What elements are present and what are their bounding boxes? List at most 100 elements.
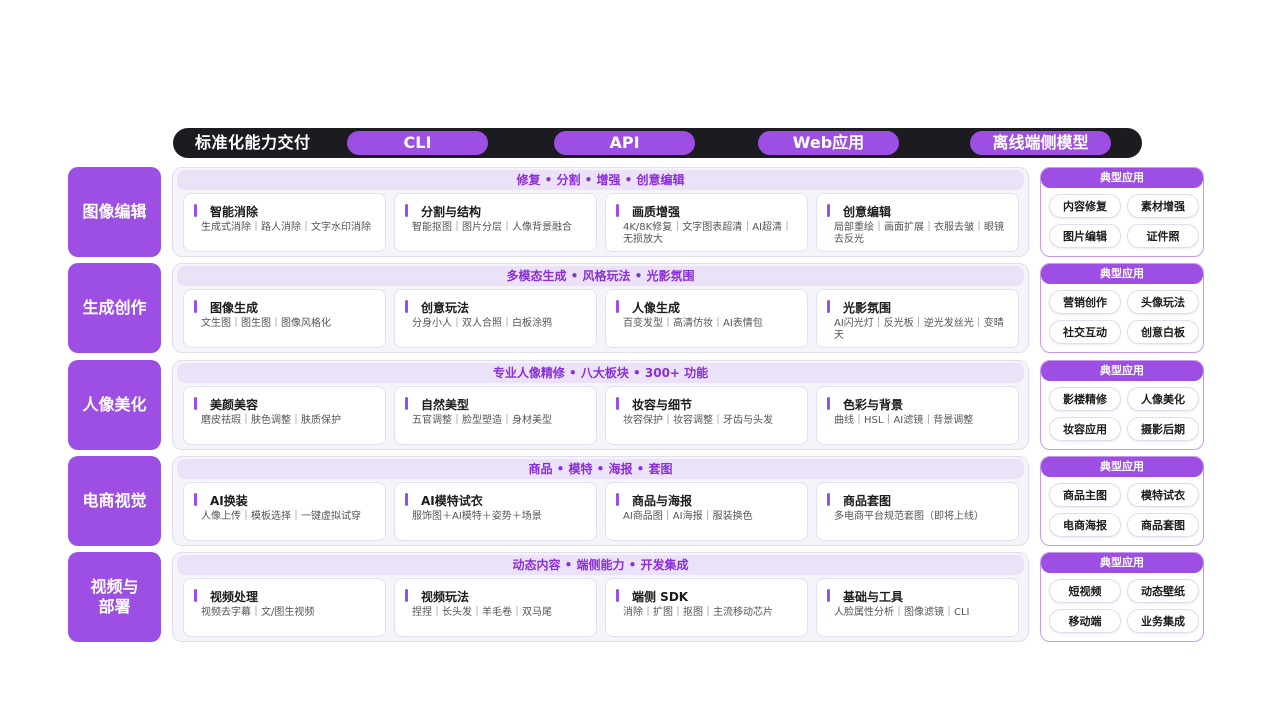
- feature-card[interactable]: 视频玩法 捏捏｜长头发｜羊毛卷｜双马尾: [394, 578, 597, 637]
- accent-bar: [616, 397, 619, 410]
- panel-headline: 动态内容 • 端侧能力 • 开发集成: [177, 555, 1024, 575]
- app-chip[interactable]: 动态壁纸: [1127, 579, 1199, 603]
- feature-card[interactable]: 创意玩法 分身小人｜双人合照｜白板涂鸦: [394, 289, 597, 348]
- category-block[interactable]: 生成创作: [68, 263, 161, 353]
- accent-bar: [616, 493, 619, 506]
- feature-description: 曲线｜HSL｜AI滤镜｜背景调整: [834, 415, 974, 426]
- feature-title: 基础与工具: [843, 590, 904, 604]
- app-chip[interactable]: 证件照: [1127, 224, 1199, 248]
- feature-description: 人脸属性分析｜图像滤镜｜CLI: [834, 607, 970, 618]
- feature-title: 妆容与细节: [632, 398, 693, 412]
- feature-card[interactable]: 人像生成 百变发型｜高清仿妆｜AI表情包: [605, 289, 808, 348]
- accent-bar: [405, 300, 408, 313]
- feature-card[interactable]: 商品套图多电商平台规范套图（即将上线）: [816, 482, 1019, 541]
- typical-apps-title: 典型应用: [1041, 361, 1203, 381]
- panel-headline: 多模态生成 • 风格玩法 • 光影氛围: [177, 266, 1024, 286]
- app-chip[interactable]: 素材增强: [1127, 194, 1199, 218]
- capability-panel: 修复 • 分割 • 增强 • 创意编辑智能消除 生成式消除｜路人消除｜文字水印消除…: [172, 167, 1029, 257]
- feature-card[interactable]: 分割与结构智能抠图｜图片分层｜人像背景融合: [394, 193, 597, 252]
- feature-title: 色彩与背景: [843, 398, 904, 412]
- category-block[interactable]: 人像美化: [68, 360, 161, 450]
- feature-description: 人像上传｜模板选择｜一键虚拟试穿: [201, 511, 361, 522]
- feature-card[interactable]: 光影氛围 AI闪光灯｜反光板｜逆光发丝光｜变晴天: [816, 289, 1019, 348]
- feature-description: AI商品图｜AI海报｜服装换色: [623, 511, 753, 522]
- app-chip[interactable]: 商品主图: [1049, 483, 1121, 507]
- app-chip[interactable]: 内容修复: [1049, 194, 1121, 218]
- category-block[interactable]: 电商视觉: [68, 456, 161, 546]
- accent-bar: [827, 397, 830, 410]
- feature-description: 视频去字幕｜文/图生视频: [201, 607, 315, 618]
- feature-title: 美颜美容: [210, 398, 259, 412]
- app-chip[interactable]: 人像美化: [1127, 387, 1199, 411]
- feature-card[interactable]: 图像生成 文生图｜图生图｜图像风格化: [183, 289, 386, 348]
- capability-panel: 商品 • 模特 • 海报 • 套图 AI换装 人像上传｜模板选择｜一键虚拟试穿 AI模…: [172, 456, 1029, 546]
- feature-title: 画质增强: [632, 205, 681, 219]
- app-chip[interactable]: 移动端: [1049, 609, 1121, 633]
- typical-apps-title: 典型应用: [1041, 553, 1203, 573]
- feature-title: 视频处理: [210, 590, 259, 604]
- feature-card[interactable]: 商品与海报 AI商品图｜AI海报｜服装换色: [605, 482, 808, 541]
- accent-bar: [827, 204, 830, 217]
- app-chip[interactable]: 电商海报: [1049, 513, 1121, 537]
- accent-bar: [194, 589, 197, 602]
- feature-card[interactable]: 色彩与背景曲线｜HSL｜AI滤镜｜背景调整: [816, 386, 1019, 445]
- feature-title: 光影氛围: [843, 301, 892, 315]
- typical-apps-panel: 典型应用短视频 动态壁纸 移动端 业务集成: [1040, 552, 1204, 642]
- feature-title: 创意编辑: [843, 205, 892, 219]
- feature-title: 图像生成: [210, 301, 259, 315]
- app-chip[interactable]: 业务集成: [1127, 609, 1199, 633]
- feature-card[interactable]: 自然美型 五官调整｜脸型塑造｜身材美型: [394, 386, 597, 445]
- feature-card[interactable]: 画质增强 4K/8K修复｜文字图表超清｜AI超清｜无损放大: [605, 193, 808, 252]
- feature-title: 商品与海报: [632, 494, 693, 508]
- feature-title: 商品套图: [843, 494, 892, 508]
- feature-card[interactable]: 妆容与细节 妆容保护｜妆容调整｜牙齿与头发: [605, 386, 808, 445]
- panel-headline: 修复 • 分割 • 增强 • 创意编辑: [177, 170, 1024, 190]
- app-chip[interactable]: 社交互动: [1049, 320, 1121, 344]
- app-chip[interactable]: 商品套图: [1127, 513, 1199, 537]
- feature-card[interactable]: 端侧 SDK 消除｜扩图｜抠图｜主流移动芯片: [605, 578, 808, 637]
- app-chip[interactable]: 影楼精修: [1049, 387, 1121, 411]
- app-chip[interactable]: 头像玩法: [1127, 290, 1199, 314]
- pill-web-app[interactable]: Web应用: [758, 131, 899, 155]
- feature-card[interactable]: AI模特试衣 服饰图＋AI模特＋姿势＋场景: [394, 482, 597, 541]
- accent-bar: [194, 397, 197, 410]
- feature-description: AI闪光灯｜反光板｜逆光发丝光｜变晴天: [834, 318, 1004, 341]
- category-block[interactable]: 图像编辑: [68, 167, 161, 257]
- feature-description: 生成式消除｜路人消除｜文字水印消除: [201, 222, 371, 233]
- feature-description: 智能抠图｜图片分层｜人像背景融合: [412, 222, 572, 233]
- feature-card[interactable]: 视频处理视频去字幕｜文/图生视频: [183, 578, 386, 637]
- accent-bar: [616, 300, 619, 313]
- feature-title: 分割与结构: [421, 205, 482, 219]
- app-chip[interactable]: 图片编辑: [1049, 224, 1121, 248]
- pill-cli[interactable]: CLI: [347, 131, 488, 155]
- accent-bar: [616, 589, 619, 602]
- accent-bar: [194, 204, 197, 217]
- delivery-title: 标准化能力交付: [195, 133, 311, 152]
- accent-bar: [827, 493, 830, 506]
- accent-bar: [194, 300, 197, 313]
- app-chip[interactable]: 妆容应用: [1049, 417, 1121, 441]
- feature-card[interactable]: 创意编辑 局部重绘｜画面扩展｜衣服去皱｜眼镜去反光: [816, 193, 1019, 252]
- accent-bar: [827, 300, 830, 313]
- pill-api[interactable]: API: [554, 131, 695, 155]
- app-chip[interactable]: 模特试衣: [1127, 483, 1199, 507]
- typical-apps-panel: 典型应用 商品主图 模特试衣 电商海报 商品套图: [1040, 456, 1204, 546]
- feature-card[interactable]: AI换装 人像上传｜模板选择｜一键虚拟试穿: [183, 482, 386, 541]
- app-chip[interactable]: 创意白板: [1127, 320, 1199, 344]
- app-chip[interactable]: 营销创作: [1049, 290, 1121, 314]
- typical-apps-panel: 典型应用营销创作 头像玩法 社交互动 创意白板: [1040, 263, 1204, 353]
- feature-description: 多电商平台规范套图（即将上线）: [834, 511, 984, 522]
- accent-bar: [194, 493, 197, 506]
- category-block[interactable]: 视频与 部署: [68, 552, 161, 642]
- app-chip[interactable]: 短视频: [1049, 579, 1121, 603]
- pill-offline-model[interactable]: 离线端侧模型: [970, 131, 1111, 155]
- feature-card[interactable]: 美颜美容 磨皮祛瑕｜肤色调整｜肤质保护: [183, 386, 386, 445]
- feature-description: 百变发型｜高清仿妆｜AI表情包: [623, 318, 763, 329]
- delivery-bar: 标准化能力交付 CLI API Web应用 离线端侧模型: [173, 128, 1142, 158]
- feature-card[interactable]: 基础与工具人脸属性分析｜图像滤镜｜CLI: [816, 578, 1019, 637]
- typical-apps-panel: 典型应用 内容修复 素材增强 图片编辑 证件照: [1040, 167, 1204, 257]
- app-chip[interactable]: 摄影后期: [1127, 417, 1199, 441]
- feature-card[interactable]: 智能消除 生成式消除｜路人消除｜文字水印消除: [183, 193, 386, 252]
- typical-apps-title: 典型应用: [1041, 264, 1203, 284]
- feature-description: 服饰图＋AI模特＋姿势＋场景: [412, 511, 542, 522]
